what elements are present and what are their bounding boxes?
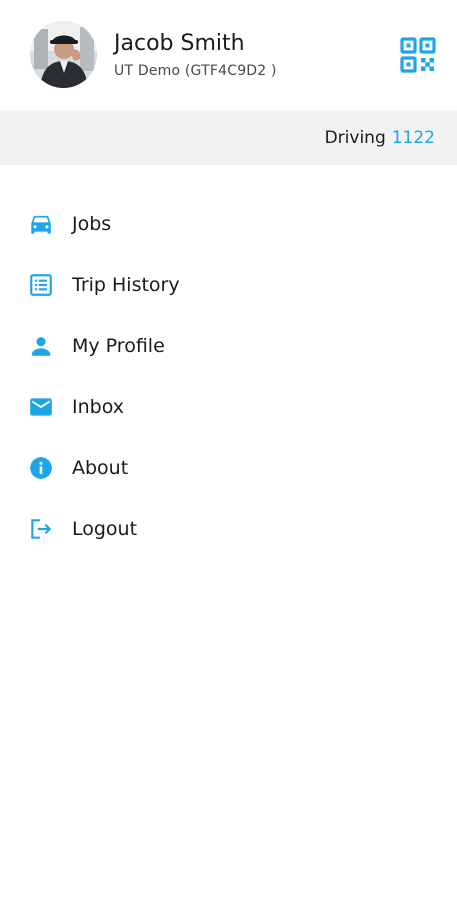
menu-item-label: Inbox — [72, 396, 124, 418]
menu-item-logout[interactable]: Logout — [0, 498, 457, 559]
car-icon — [28, 211, 54, 237]
profile-header: Jacob Smith UT Demo (GTF4C9D2 ) — [0, 0, 457, 110]
menu-item-about[interactable]: About — [0, 437, 457, 498]
menu-item-label: My Profile — [72, 335, 165, 357]
menu-item-trip-history[interactable]: Trip History — [0, 254, 457, 315]
menu-item-inbox[interactable]: Inbox — [0, 376, 457, 437]
driving-status-bar: Driving 1122 — [0, 110, 457, 165]
menu-item-jobs[interactable]: Jobs — [0, 193, 457, 254]
navigation-drawer: Jacob Smith UT Demo (GTF4C9D2 ) Driving … — [0, 0, 457, 900]
status-value: 1122 — [391, 128, 435, 148]
mail-icon — [28, 394, 54, 420]
menu-item-label: Trip History — [72, 274, 180, 296]
drawer-menu: Jobs Trip History My Profile Inbox About… — [0, 193, 457, 559]
avatar-photo — [30, 21, 97, 88]
logout-icon — [28, 516, 54, 542]
qr-code-icon — [400, 37, 436, 73]
info-icon — [28, 455, 54, 481]
status-label: Driving — [324, 128, 386, 148]
user-name: Jacob Smith — [114, 31, 245, 56]
menu-item-my-profile[interactable]: My Profile — [0, 315, 457, 376]
driving-status: Driving 1122 — [325, 127, 435, 149]
user-subtitle: UT Demo (GTF4C9D2 ) — [114, 63, 277, 79]
list-icon — [28, 272, 54, 298]
menu-item-label: Jobs — [72, 213, 112, 235]
person-icon — [28, 333, 54, 359]
menu-item-label: Logout — [72, 518, 138, 540]
menu-item-label: About — [72, 457, 129, 479]
avatar[interactable] — [30, 21, 97, 88]
qr-code-button[interactable] — [400, 37, 436, 73]
